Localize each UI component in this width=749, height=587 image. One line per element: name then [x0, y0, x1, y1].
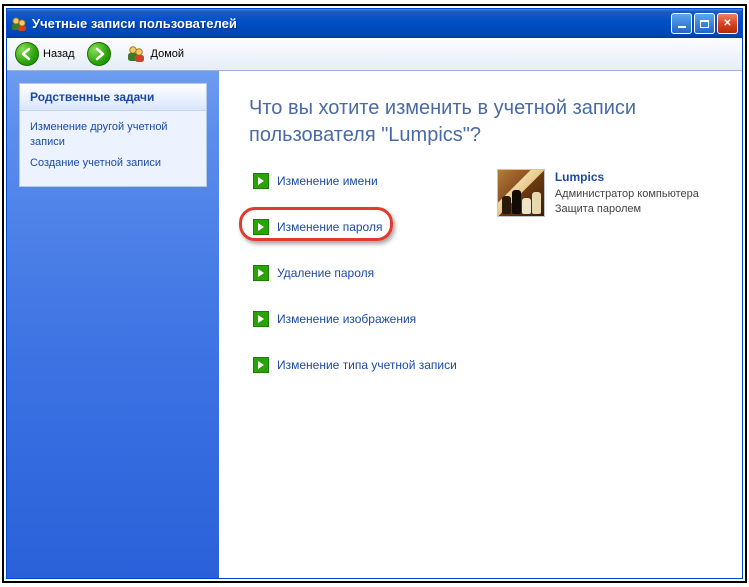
window-title: Учетные записи пользователей — [32, 16, 671, 31]
users-icon — [11, 16, 27, 32]
action-label: Изменение типа учетной записи — [277, 358, 457, 372]
back-label: Назад — [43, 48, 75, 60]
home-users-icon[interactable] — [125, 43, 147, 65]
user-role: Администратор компьютера — [555, 187, 699, 202]
arrow-left-icon — [20, 47, 34, 61]
action-label: Удаление пароля — [277, 266, 374, 280]
home-label[interactable]: Домой — [151, 48, 185, 60]
action-label: Изменение изображения — [277, 312, 416, 326]
related-tasks-panel: Родственные задачи Изменение другой учет… — [19, 83, 207, 187]
user-summary: Lumpics Администратор компьютера Защита … — [497, 169, 699, 218]
forward-button[interactable] — [87, 42, 111, 66]
close-button[interactable]: ✕ — [717, 13, 738, 34]
arrow-right-icon — [253, 219, 269, 235]
action-change-password[interactable]: Изменение пароля — [249, 215, 461, 239]
user-protection: Защита паролем — [555, 202, 699, 217]
sidebar-link-create-account[interactable]: Создание учетной записи — [30, 153, 196, 174]
action-label: Изменение пароля — [277, 220, 382, 234]
arrow-right-icon — [253, 173, 269, 189]
maximize-button[interactable] — [694, 13, 715, 34]
page-title: Что вы хотите изменить в учетной записи … — [249, 95, 718, 149]
arrow-right-icon — [92, 47, 106, 61]
toolbar: Назад Домой — [7, 38, 742, 71]
action-change-account-type[interactable]: Изменение типа учетной записи — [249, 353, 461, 377]
arrow-right-icon — [253, 357, 269, 373]
sidebar-link-change-other-account[interactable]: Изменение другой учетной записи — [30, 117, 196, 153]
user-name: Lumpics — [555, 169, 699, 186]
back-button[interactable] — [15, 42, 39, 66]
action-change-name[interactable]: Изменение имени — [249, 169, 461, 193]
main-content: Что вы хотите изменить в учетной записи … — [219, 71, 742, 578]
avatar — [497, 169, 545, 217]
action-change-picture[interactable]: Изменение изображения — [249, 307, 461, 331]
user-accounts-window: Учетные записи пользователей ✕ Назад — [6, 8, 743, 579]
minimize-button[interactable] — [671, 13, 692, 34]
titlebar[interactable]: Учетные записи пользователей ✕ — [7, 9, 742, 38]
action-remove-password[interactable]: Удаление пароля — [249, 261, 461, 285]
action-list: Изменение имени Изменение пароля Уд — [249, 169, 461, 377]
arrow-right-icon — [253, 311, 269, 327]
action-label: Изменение имени — [277, 174, 378, 188]
sidebar: Родственные задачи Изменение другой учет… — [7, 71, 219, 578]
related-tasks-header: Родственные задачи — [20, 84, 206, 111]
arrow-right-icon — [253, 265, 269, 281]
